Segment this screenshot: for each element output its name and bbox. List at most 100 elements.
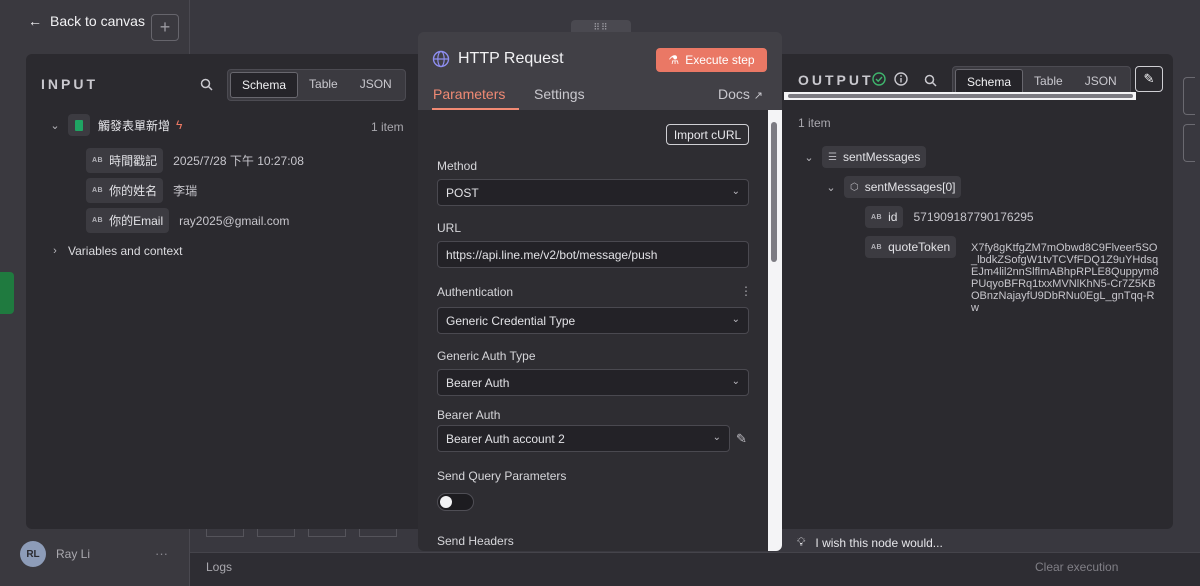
clear-execution-button[interactable]: Clear execution [1035,560,1118,574]
canvas-control[interactable] [1183,77,1195,115]
feedback-label: I wish this node would... [815,535,943,550]
search-icon[interactable] [921,71,939,89]
input-node-name: 觸發表單新增 [98,118,171,133]
chevron-down-icon[interactable]: ⌄ [48,119,62,132]
bearer-auth-label: Bearer Auth [437,408,501,422]
url-value: https://api.line.me/v2/bot/message/push [446,247,658,262]
node-settings-panel: HTTP Request ⚗ Execute step Parameters S… [418,32,782,551]
schema-object-row[interactable]: ⌄ ☰ sentMessages [802,146,927,168]
feedback-link[interactable]: 💡︎ I wish this node would... [797,535,943,550]
chevron-right-icon[interactable]: › [48,245,62,257]
string-type-icon: AB [92,187,104,194]
input-node-row[interactable]: ⌄ 觸發表單新增 ϟ [48,114,182,136]
user-menu-icon[interactable]: ··· [155,546,168,561]
string-type-icon: AB [871,243,883,251]
chevron-down-icon: ⌄ [731,314,740,325]
view-table-button[interactable]: Table [298,72,349,98]
field-value: 571909187790176295 [913,210,1034,224]
method-select[interactable]: POST ⌄ [437,179,749,206]
field-key: quoteToken [888,240,951,254]
field-value: X7fy8gKtfgZM7mObwd8C9Flveer5SO_lbdkZSofg… [971,242,1159,314]
pencil-icon[interactable]: ✎ [736,431,747,447]
input-item-count: 1 item [371,120,404,134]
info-icon[interactable] [892,70,910,88]
generic-auth-select[interactable]: Bearer Auth ⌄ [437,369,749,396]
url-label: URL [437,221,462,235]
authentication-value: Generic Credential Type [446,313,576,328]
avatar: RL [20,541,46,567]
field-value: 2025/7/28 下午 10:27:08 [173,154,304,168]
success-icon [870,70,888,88]
generic-auth-label: Generic Auth Type [437,349,536,363]
list-icon: ☰ [828,151,837,163]
variables-context-row[interactable]: › Variables and context [48,244,183,258]
schema-field-row[interactable]: AB quoteToken [865,236,957,258]
edit-output-button[interactable]: ✎ [1135,66,1163,92]
globe-icon [432,50,450,68]
field-key: sentMessages [842,150,921,164]
field-key: 你的Email [109,214,164,228]
arrow-left-icon: ← [28,13,42,29]
chevron-down-icon: ⌄ [731,376,740,387]
input-view-toggle: Schema Table JSON [227,69,406,101]
view-json-button[interactable]: JSON [349,72,403,98]
output-panel: OUTPUT Schema Table JSON ✎ 1 item ⌄ ☰ sen… [782,54,1173,529]
import-curl-button[interactable]: Import cURL [666,124,749,145]
field-key: 時間戳記 [109,154,158,168]
authentication-label: Authentication [437,285,514,299]
chevron-down-icon: ⌄ [731,186,740,197]
canvas-control[interactable] [1183,124,1195,162]
output-item-count: 1 item [798,116,831,130]
back-to-canvas-button[interactable]: ← Back to canvas [28,13,145,29]
user-name: Ray Li [56,547,91,561]
execute-step-button[interactable]: ⚗ Execute step [656,48,767,72]
string-type-icon: AB [871,213,883,221]
google-sheets-icon [68,114,90,136]
tab-settings[interactable]: Settings [534,86,585,102]
bearer-auth-select[interactable]: Bearer Auth account 2 ⌄ [437,425,730,452]
pencil-icon: ✎ [1143,71,1155,86]
docs-label: Docs [718,86,750,102]
send-headers-label: Send Headers [437,534,514,548]
node-title[interactable]: HTTP Request [458,50,564,68]
field-key: 你的姓名 [109,184,158,198]
scrollbar-thumb[interactable] [771,122,777,262]
method-label: Method [437,159,478,173]
more-options-icon[interactable]: ⋮ [740,284,752,298]
lightning-icon: ϟ [176,118,183,132]
logs-label[interactable]: Logs [206,560,232,574]
variables-label: Variables and context [68,244,183,258]
external-link-icon: ↗ [753,90,764,102]
parameters-form: Import cURL Method POST ⌄ URL https://ap… [418,110,768,551]
cube-icon: ⬡ [850,181,859,193]
tab-parameters[interactable]: Parameters [433,86,505,102]
input-title: INPUT [41,76,98,92]
flask-icon: ⚗ [668,53,680,67]
google-sheets-icon [0,272,14,314]
field-key: sentMessages[0] [864,180,956,194]
url-input[interactable]: https://api.line.me/v2/bot/message/push [437,241,749,268]
search-icon[interactable] [197,75,215,93]
string-type-icon: AB [92,157,104,164]
method-value: POST [446,185,479,200]
add-node-button[interactable]: + [151,14,179,41]
chevron-down-icon[interactable]: ⌄ [824,181,838,194]
schema-field-row[interactable]: AB 你的姓名 李瑞 [86,178,197,203]
chevron-down-icon[interactable]: ⌄ [802,151,816,164]
schema-field-row[interactable]: AB 你的Email ray2025@gmail.com [86,208,289,233]
horizontal-scrollbar[interactable] [784,92,1136,100]
user-profile[interactable]: RL Ray Li [20,541,90,567]
schema-field-row[interactable]: AB 時間戳記 2025/7/28 下午 10:27:08 [86,148,304,173]
execute-step-label: Execute step [685,53,755,67]
back-to-canvas-label: Back to canvas [50,13,145,29]
view-schema-button[interactable]: Schema [230,72,299,98]
string-type-icon: AB [92,217,104,224]
node-header: HTTP Request ⚗ Execute step Parameters S… [418,32,782,110]
schema-object-row[interactable]: ⌄ ⬡ sentMessages[0] [824,176,962,198]
docs-link[interactable]: Docs ↗ [718,86,763,102]
send-query-label: Send Query Parameters [437,469,567,483]
authentication-select[interactable]: Generic Credential Type ⌄ [437,307,749,334]
send-query-toggle[interactable] [437,493,474,511]
generic-auth-value: Bearer Auth [446,375,510,390]
schema-field-row[interactable]: AB id 571909187790176295 [865,206,1034,228]
